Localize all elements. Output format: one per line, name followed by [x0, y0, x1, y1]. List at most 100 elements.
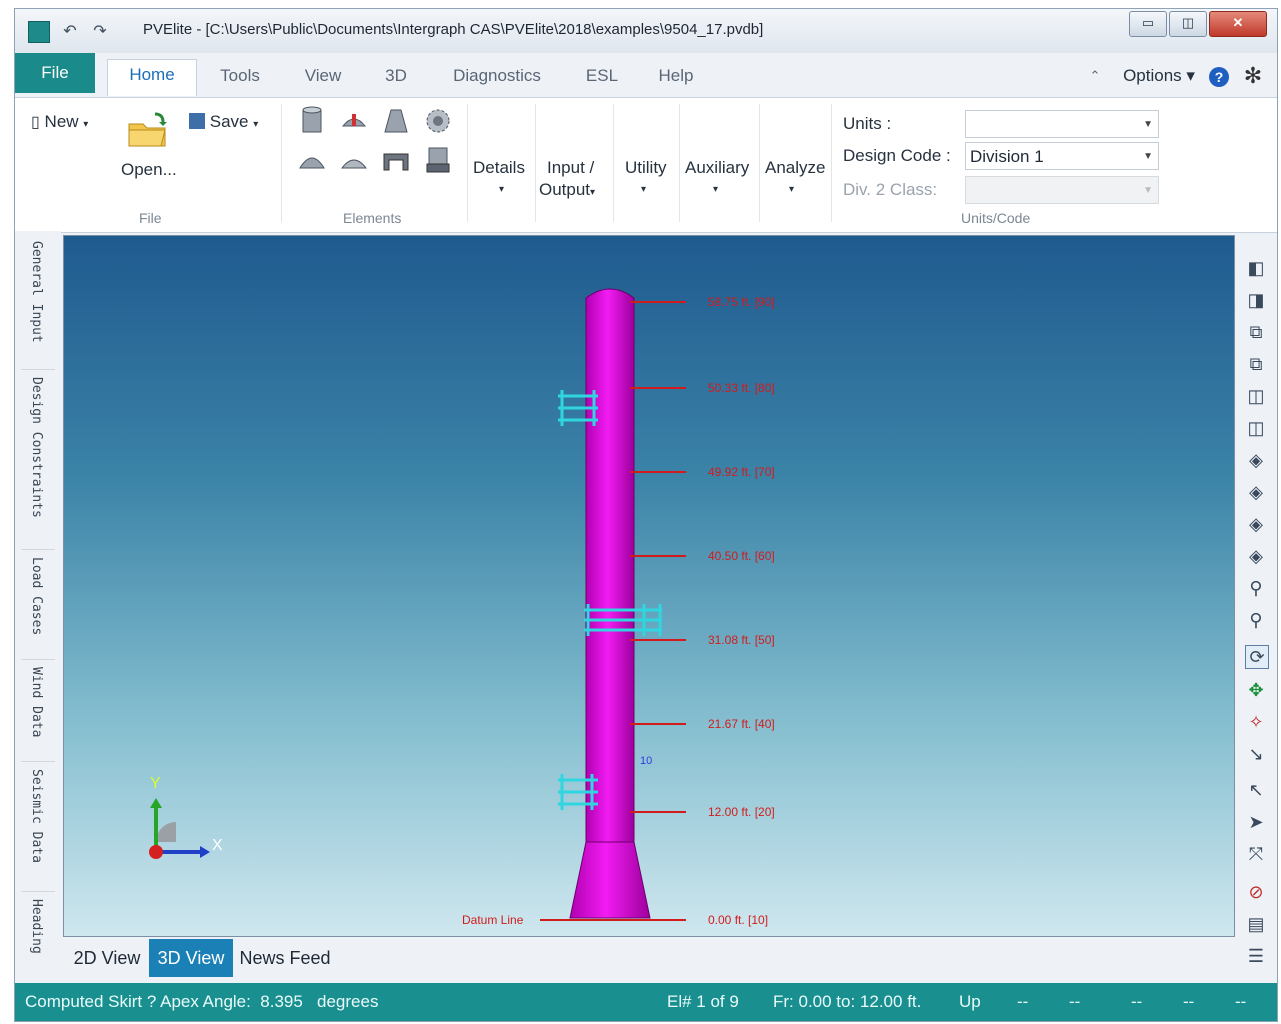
- ribbon-tab-row: File Home Tools View 3D Diagnostics ESL …: [15, 53, 1277, 97]
- render-mode-icon[interactable]: ⊘: [1245, 881, 1267, 903]
- design-code-label: Design Code :: [843, 146, 951, 165]
- view-front-icon[interactable]: ◧: [1245, 257, 1267, 279]
- auxiliary-dropdown-icon[interactable]: ▾: [713, 184, 718, 195]
- fly-icon[interactable]: ↘: [1245, 743, 1267, 765]
- iso-view-1-icon[interactable]: ◈: [1245, 449, 1267, 471]
- close-button[interactable]: ✕: [1209, 11, 1267, 37]
- view-right-icon[interactable]: ◫: [1245, 417, 1267, 439]
- tab-seismic-data[interactable]: Seismic Data: [29, 769, 44, 863]
- input-output-dropdown-icon: ▾: [590, 187, 596, 198]
- utility-dropdown-icon[interactable]: ▾: [641, 184, 646, 195]
- iso-view-2-icon[interactable]: ◈: [1245, 481, 1267, 503]
- input-output-line2: Output: [539, 180, 591, 199]
- tab-news-feed[interactable]: News Feed: [235, 939, 335, 977]
- options-menu[interactable]: Options ▾: [1119, 61, 1199, 91]
- document-icon[interactable]: ▤: [1245, 913, 1267, 935]
- tab-3d[interactable]: 3D: [373, 61, 419, 91]
- vessel-model-graphic: 10 58.75 ft. [90] 50.33 ft. [80] 49.92 f…: [149, 288, 775, 927]
- datum-line-label: Datum Line: [462, 913, 524, 927]
- status-direction: Up: [959, 992, 981, 1011]
- redo-icon[interactable]: ↷: [89, 21, 111, 41]
- vessel-shell: [585, 288, 635, 843]
- chevron-down-icon: ▼: [1143, 185, 1153, 196]
- ribbon: ▯ New ▾ Open... Save ▾ File Elements Det…: [15, 97, 1277, 233]
- tab-view[interactable]: View: [293, 61, 353, 91]
- axis-y-label: Y: [150, 775, 161, 792]
- zoom-in-icon[interactable]: ⚲: [1245, 577, 1267, 599]
- analyze-dropdown-icon[interactable]: ▾: [789, 184, 794, 195]
- application-window: ↶ ↷ PVElite - [C:\Users\Public\Documents…: [14, 8, 1278, 1022]
- restore-button[interactable]: ◫: [1169, 11, 1207, 37]
- rotate-icon[interactable]: ⟳: [1245, 645, 1269, 669]
- nozzle-middle: [584, 604, 662, 636]
- skirt-element-icon[interactable]: [423, 146, 453, 176]
- tab-2d-view[interactable]: 2D View: [67, 939, 147, 977]
- bellows-element-icon[interactable]: [423, 106, 453, 136]
- level-label: 58.75 ft. [90]: [708, 295, 775, 309]
- input-output-line1[interactable]: Input /: [547, 158, 594, 178]
- tab-diagnostics[interactable]: Diagnostics: [439, 61, 555, 91]
- tab-3d-view[interactable]: 3D View: [149, 939, 233, 977]
- tab-heading[interactable]: Heading: [29, 899, 44, 954]
- new-file-icon: ▯: [31, 114, 40, 131]
- tab-wind-data[interactable]: Wind Data: [29, 667, 44, 737]
- status-dash: --: [1017, 992, 1029, 1011]
- level-label: 31.08 ft. [50]: [708, 633, 775, 647]
- 3d-viewport[interactable]: 10 58.75 ft. [90] 50.33 ft. [80] 49.92 f…: [63, 235, 1235, 937]
- save-button[interactable]: Save ▾: [189, 112, 258, 132]
- view-toolbar: ◧ ◨ ⧉ ⧉ ◫ ◫ ◈ ◈ ◈ ◈ ⚲ ⚲ ⟳ ✥ ✧ ↘ ↖ ➤ ⤧ ⊘ …: [1237, 235, 1275, 987]
- elliptical-head-icon[interactable]: [297, 146, 327, 176]
- design-code-select[interactable]: Division 1 ▼: [965, 142, 1159, 170]
- iso-view-3-icon[interactable]: ◈: [1245, 513, 1267, 535]
- open-folder-icon[interactable]: [125, 110, 171, 150]
- torispherical-head-icon[interactable]: [339, 146, 369, 176]
- elements-group-label: Elements: [343, 210, 402, 226]
- status-dash: --: [1131, 992, 1143, 1011]
- zoom-extents-icon[interactable]: ⤧: [1245, 843, 1267, 865]
- tab-design-constraints[interactable]: Design Constraints: [29, 377, 44, 518]
- undo-icon[interactable]: ↶: [59, 21, 81, 41]
- title-bar: ↶ ↷ PVElite - [C:\Users\Public\Documents…: [15, 9, 1277, 53]
- tab-general-input[interactable]: General Input: [29, 241, 44, 343]
- auxiliary-button[interactable]: Auxiliary: [685, 158, 749, 178]
- open-button[interactable]: Open...: [121, 160, 177, 180]
- tab-file[interactable]: File: [15, 53, 95, 93]
- new-dropdown-icon: ▾: [83, 119, 89, 130]
- details-dropdown-icon[interactable]: ▾: [499, 184, 504, 195]
- walk-icon[interactable]: ✧: [1245, 711, 1267, 733]
- tab-esl[interactable]: ESL: [575, 61, 629, 91]
- tab-help[interactable]: Help: [649, 61, 703, 91]
- input-output-button[interactable]: Output▾: [539, 180, 595, 200]
- view-left-icon[interactable]: ◫: [1245, 385, 1267, 407]
- tab-home[interactable]: Home: [107, 59, 197, 96]
- nozzle-lower: [558, 774, 598, 810]
- view-top-icon[interactable]: ⧉: [1245, 321, 1267, 343]
- units-select[interactable]: ▼: [965, 110, 1159, 138]
- select-icon[interactable]: ↖: [1245, 779, 1267, 801]
- layers-icon[interactable]: ☰: [1245, 945, 1267, 967]
- tab-tools[interactable]: Tools: [207, 61, 273, 91]
- details-button[interactable]: Details: [473, 158, 525, 178]
- pointer-icon[interactable]: ➤: [1245, 811, 1267, 833]
- cylinder-element-icon[interactable]: [297, 106, 327, 136]
- body-flange-icon[interactable]: [381, 146, 411, 176]
- new-button[interactable]: ▯ New ▾: [31, 112, 88, 132]
- pan-icon[interactable]: ✥: [1245, 679, 1267, 701]
- level-label: 12.00 ft. [20]: [708, 805, 775, 819]
- tab-load-cases[interactable]: Load Cases: [29, 557, 44, 635]
- group-separator: [535, 104, 536, 222]
- iso-view-4-icon[interactable]: ◈: [1245, 545, 1267, 567]
- cone-element-icon[interactable]: [381, 106, 411, 136]
- zoom-out-icon[interactable]: ⚲: [1245, 609, 1267, 631]
- flange-element-icon[interactable]: [339, 106, 369, 136]
- level-label: 49.92 ft. [70]: [708, 465, 775, 479]
- view-back-icon[interactable]: ◨: [1245, 289, 1267, 311]
- details-label: Details: [473, 158, 525, 177]
- collapse-ribbon-icon[interactable]: ⌃: [1085, 61, 1105, 91]
- units-code-group-label: Units/Code: [961, 210, 1031, 226]
- view-bottom-icon[interactable]: ⧉: [1245, 353, 1267, 375]
- minimize-button[interactable]: ▭: [1129, 11, 1167, 37]
- help-icon[interactable]: ?: [1209, 67, 1229, 87]
- utility-button[interactable]: Utility: [625, 158, 667, 178]
- analyze-button[interactable]: Analyze: [765, 158, 825, 178]
